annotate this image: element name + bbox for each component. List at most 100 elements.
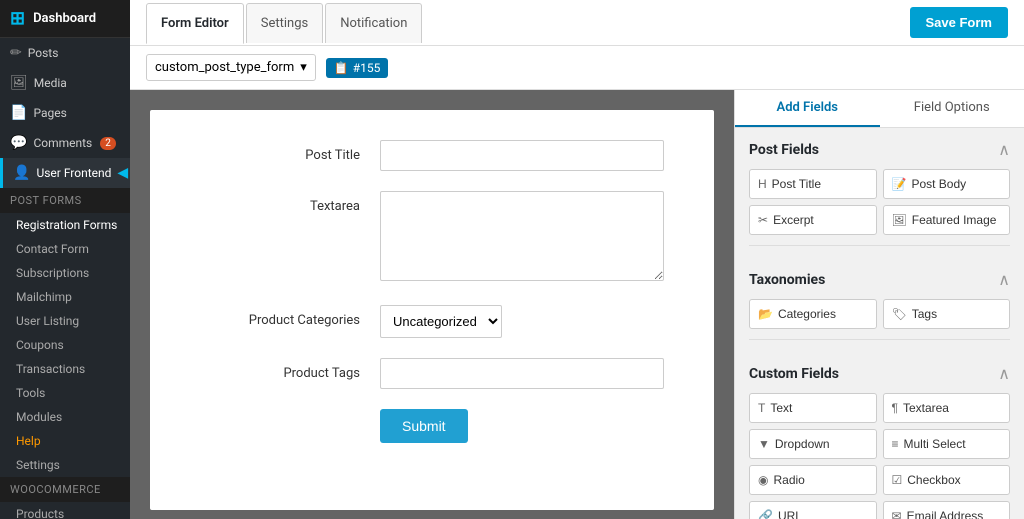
comments-badge: 2 bbox=[100, 137, 116, 150]
field-btn-radio[interactable]: ◉ Radio bbox=[749, 465, 877, 495]
tab-notification[interactable]: Notification bbox=[325, 3, 422, 43]
product-tags-input[interactable] bbox=[380, 358, 664, 389]
post-fields-title: Post Fields bbox=[749, 142, 819, 158]
taxonomies-title: Taxonomies bbox=[749, 272, 825, 288]
sidebar-item-pages[interactable]: 📄 Pages bbox=[0, 98, 130, 128]
tags-icon: 🏷 bbox=[892, 307, 907, 321]
sidebar-sub-user-listing[interactable]: User Listing bbox=[0, 309, 130, 333]
form-preview: Post Title Textarea Product Categories bbox=[150, 110, 714, 510]
user-frontend-icon: 👤 bbox=[13, 165, 30, 181]
product-categories-field: Uncategorized bbox=[380, 305, 664, 338]
submit-row: Submit bbox=[200, 409, 664, 443]
sidebar-sub-products[interactable]: Products bbox=[0, 502, 130, 519]
form-name-select[interactable]: custom_post_type_form ▾ bbox=[146, 54, 316, 81]
categories-icon: 📂 bbox=[758, 307, 773, 321]
url-icon: 🔗 bbox=[758, 509, 773, 519]
sidebar-sub-coupons[interactable]: Coupons bbox=[0, 333, 130, 357]
tab-form-editor[interactable]: Form Editor bbox=[146, 3, 244, 44]
sidebar-item-user-frontend[interactable]: 👤 User Frontend ◀ bbox=[0, 158, 130, 188]
textarea-cf-icon: ¶ bbox=[892, 401, 898, 415]
post-fields-section: Post Fields ∧ H Post Title 📝 Post Body ✂… bbox=[735, 128, 1024, 258]
main-content: Form Editor Settings Notification Save F… bbox=[130, 0, 1024, 519]
right-panel: Add Fields Field Options Post Fields ∧ H… bbox=[734, 90, 1024, 519]
sidebar-sub-tools[interactable]: Tools bbox=[0, 381, 130, 405]
topbar: Form Editor Settings Notification Save F… bbox=[130, 0, 1024, 46]
field-btn-post-body[interactable]: 📝 Post Body bbox=[883, 169, 1011, 199]
multi-select-icon: ≡ bbox=[892, 437, 899, 451]
panel-tabs: Add Fields Field Options bbox=[735, 90, 1024, 128]
field-btn-text[interactable]: T Text bbox=[749, 393, 877, 423]
sidebar-item-comments[interactable]: 💬 Comments 2 bbox=[0, 128, 130, 158]
custom-fields-header: Custom Fields ∧ bbox=[749, 364, 1010, 383]
form-id-badge: 📋 #155 bbox=[326, 58, 389, 78]
tab-settings[interactable]: Settings bbox=[246, 3, 323, 43]
post-title-label: Post Title bbox=[200, 140, 360, 163]
field-btn-multi-select[interactable]: ≡ Multi Select bbox=[883, 429, 1011, 459]
panel-tab-field-options[interactable]: Field Options bbox=[880, 90, 1024, 127]
form-id-icon: 📋 bbox=[334, 61, 349, 75]
field-btn-featured-image[interactable]: 🖼 Featured Image bbox=[883, 205, 1011, 235]
product-tags-label: Product Tags bbox=[200, 358, 360, 381]
field-btn-post-title[interactable]: H Post Title bbox=[749, 169, 877, 199]
post-fields-collapse-icon[interactable]: ∧ bbox=[998, 140, 1010, 159]
featured-image-icon: 🖼 bbox=[892, 213, 907, 227]
media-label: Media bbox=[34, 76, 67, 90]
field-btn-tags[interactable]: 🏷 Tags bbox=[883, 299, 1011, 329]
product-categories-select[interactable]: Uncategorized bbox=[380, 305, 502, 338]
sidebar-sub-mailchimp[interactable]: Mailchimp bbox=[0, 285, 130, 309]
field-btn-excerpt[interactable]: ✂ Excerpt bbox=[749, 205, 877, 235]
post-body-icon: 📝 bbox=[892, 177, 907, 191]
form-row-product-tags: Product Tags bbox=[200, 358, 664, 389]
field-btn-textarea[interactable]: ¶ Textarea bbox=[883, 393, 1011, 423]
main-tabs: Form Editor Settings Notification bbox=[146, 3, 424, 43]
content-area: Post Title Textarea Product Categories bbox=[130, 90, 1024, 519]
textarea-input[interactable] bbox=[380, 191, 664, 281]
field-btn-url[interactable]: 🔗 URL bbox=[749, 501, 877, 519]
dashboard-icon: ⊞ bbox=[10, 8, 25, 29]
post-title-input[interactable] bbox=[380, 140, 664, 171]
field-btn-email[interactable]: ✉ Email Address bbox=[883, 501, 1011, 519]
chevron-down-icon: ▾ bbox=[300, 60, 307, 75]
taxonomies-collapse-icon[interactable]: ∧ bbox=[998, 270, 1010, 289]
sidebar-item-posts[interactable]: ✏ Posts bbox=[0, 38, 130, 68]
form-row-product-categories: Product Categories Uncategorized bbox=[200, 305, 664, 338]
sidebar: ⊞ Dashboard ✏ Posts 🖼 Media 📄 Pages 💬 Co… bbox=[0, 0, 130, 519]
sidebar-sub-settings[interactable]: Settings bbox=[0, 453, 130, 477]
submit-button[interactable]: Submit bbox=[380, 409, 468, 443]
chevron-right-icon: ◀ bbox=[117, 165, 128, 181]
post-forms-section: Post Forms bbox=[0, 188, 130, 213]
post-title-icon: H bbox=[758, 177, 767, 191]
product-categories-label: Product Categories bbox=[200, 305, 360, 328]
pages-icon: 📄 bbox=[10, 105, 27, 121]
textarea-label: Textarea bbox=[200, 191, 360, 214]
sidebar-sub-modules[interactable]: Modules bbox=[0, 405, 130, 429]
custom-fields-collapse-icon[interactable]: ∧ bbox=[998, 364, 1010, 383]
woocommerce-label: WooCommerce bbox=[10, 483, 101, 496]
product-tags-field bbox=[380, 358, 664, 389]
field-btn-dropdown[interactable]: ▼ Dropdown bbox=[749, 429, 877, 459]
field-btn-categories[interactable]: 📂 Categories bbox=[749, 299, 877, 329]
dashboard-label: Dashboard bbox=[33, 11, 96, 26]
form-row-post-title: Post Title bbox=[200, 140, 664, 171]
field-btn-checkbox[interactable]: ☑ Checkbox bbox=[883, 465, 1011, 495]
custom-fields-title: Custom Fields bbox=[749, 366, 839, 382]
save-form-button[interactable]: Save Form bbox=[910, 7, 1008, 38]
media-icon: 🖼 bbox=[10, 75, 28, 91]
taxonomies-grid: 📂 Categories 🏷 Tags bbox=[749, 299, 1010, 329]
panel-tab-add-fields[interactable]: Add Fields bbox=[735, 90, 880, 127]
sidebar-sub-registration[interactable]: Registration Forms bbox=[0, 213, 130, 237]
dashboard-item[interactable]: ⊞ Dashboard bbox=[0, 0, 130, 38]
excerpt-icon: ✂ bbox=[758, 213, 768, 227]
form-row-textarea: Textarea bbox=[200, 191, 664, 285]
sidebar-sub-help[interactable]: Help bbox=[0, 429, 130, 453]
comments-icon: 💬 bbox=[10, 135, 27, 151]
sidebar-sub-contact[interactable]: Contact Form bbox=[0, 237, 130, 261]
textarea-field bbox=[380, 191, 664, 285]
sidebar-item-media[interactable]: 🖼 Media bbox=[0, 68, 130, 98]
sidebar-sub-transactions[interactable]: Transactions bbox=[0, 357, 130, 381]
sidebar-sub-subscriptions[interactable]: Subscriptions bbox=[0, 261, 130, 285]
email-icon: ✉ bbox=[892, 509, 902, 519]
form-toolbar: custom_post_type_form ▾ 📋 #155 bbox=[130, 46, 1024, 90]
woocommerce-section: WooCommerce bbox=[0, 477, 130, 502]
divider-2 bbox=[749, 339, 1010, 340]
